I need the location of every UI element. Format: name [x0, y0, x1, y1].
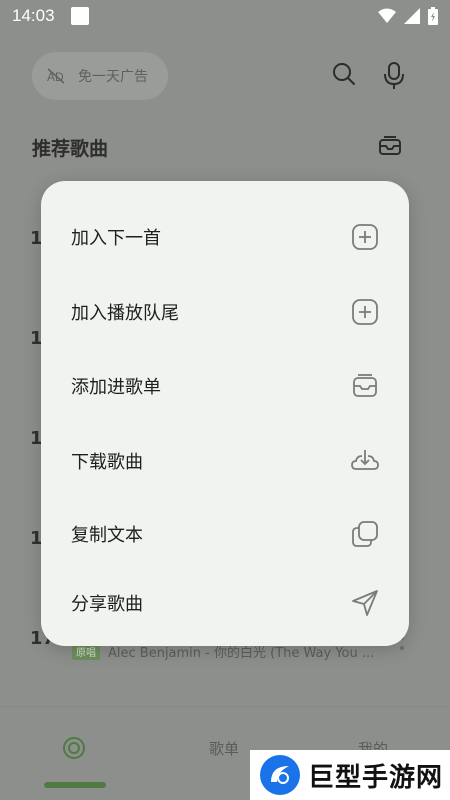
menu-item-label: 加入下一首	[71, 228, 161, 249]
ad-free-pill[interactable]: AD 免一天广告	[32, 52, 168, 100]
status-icons	[378, 7, 438, 25]
menu-item-label: 加入播放队尾	[71, 303, 179, 324]
wifi-icon	[378, 8, 396, 23]
battery-icon	[428, 7, 438, 25]
section-title: 推荐歌曲	[32, 138, 109, 160]
signal-icon	[404, 8, 420, 24]
menu-item-download[interactable]: 下载歌曲	[41, 424, 409, 498]
ad-free-label: 免一天广告	[78, 69, 148, 85]
plus-square-icon	[352, 224, 378, 250]
notification-icon	[70, 7, 89, 25]
search-icon[interactable]	[332, 62, 356, 86]
cloud-download-icon	[351, 450, 379, 470]
menu-item-add-to-playlist[interactable]: 添加进歌单	[41, 349, 409, 423]
nav-active-indicator	[44, 782, 106, 788]
menu-item-share[interactable]: 分享歌曲	[41, 566, 409, 640]
menu-item-label: 添加进歌单	[71, 377, 161, 398]
tab-playlists[interactable]: 歌单	[209, 738, 239, 759]
watermark-logo-icon	[260, 755, 300, 795]
menu-item-label: 分享歌曲	[71, 594, 143, 615]
watermark-text: 巨型手游网	[308, 762, 444, 793]
microphone-icon[interactable]	[383, 62, 405, 90]
menu-item-label: 复制文本	[71, 525, 143, 546]
send-icon	[352, 590, 378, 616]
watermark: 巨型手游网	[250, 750, 450, 800]
inbox-icon	[353, 374, 377, 397]
svg-text:AD: AD	[47, 70, 64, 84]
playlist-inbox-icon[interactable]	[378, 134, 402, 158]
no-ads-icon: AD	[47, 68, 65, 84]
plus-square-icon	[352, 299, 378, 325]
copy-icon	[352, 521, 378, 547]
menu-item-play-next[interactable]: 加入下一首	[41, 200, 409, 274]
menu-item-copy-text[interactable]: 复制文本	[41, 497, 409, 571]
status-bar: 14:03	[0, 0, 450, 32]
disc-icon[interactable]	[62, 736, 86, 760]
status-time: 14:03	[12, 6, 55, 25]
menu-item-add-to-queue-end[interactable]: 加入播放队尾	[41, 275, 409, 349]
menu-item-label: 下载歌曲	[71, 452, 143, 473]
song-action-menu: 加入下一首 加入播放队尾 添加进歌单 下载歌曲 复制文本 分享歌曲	[41, 181, 409, 646]
